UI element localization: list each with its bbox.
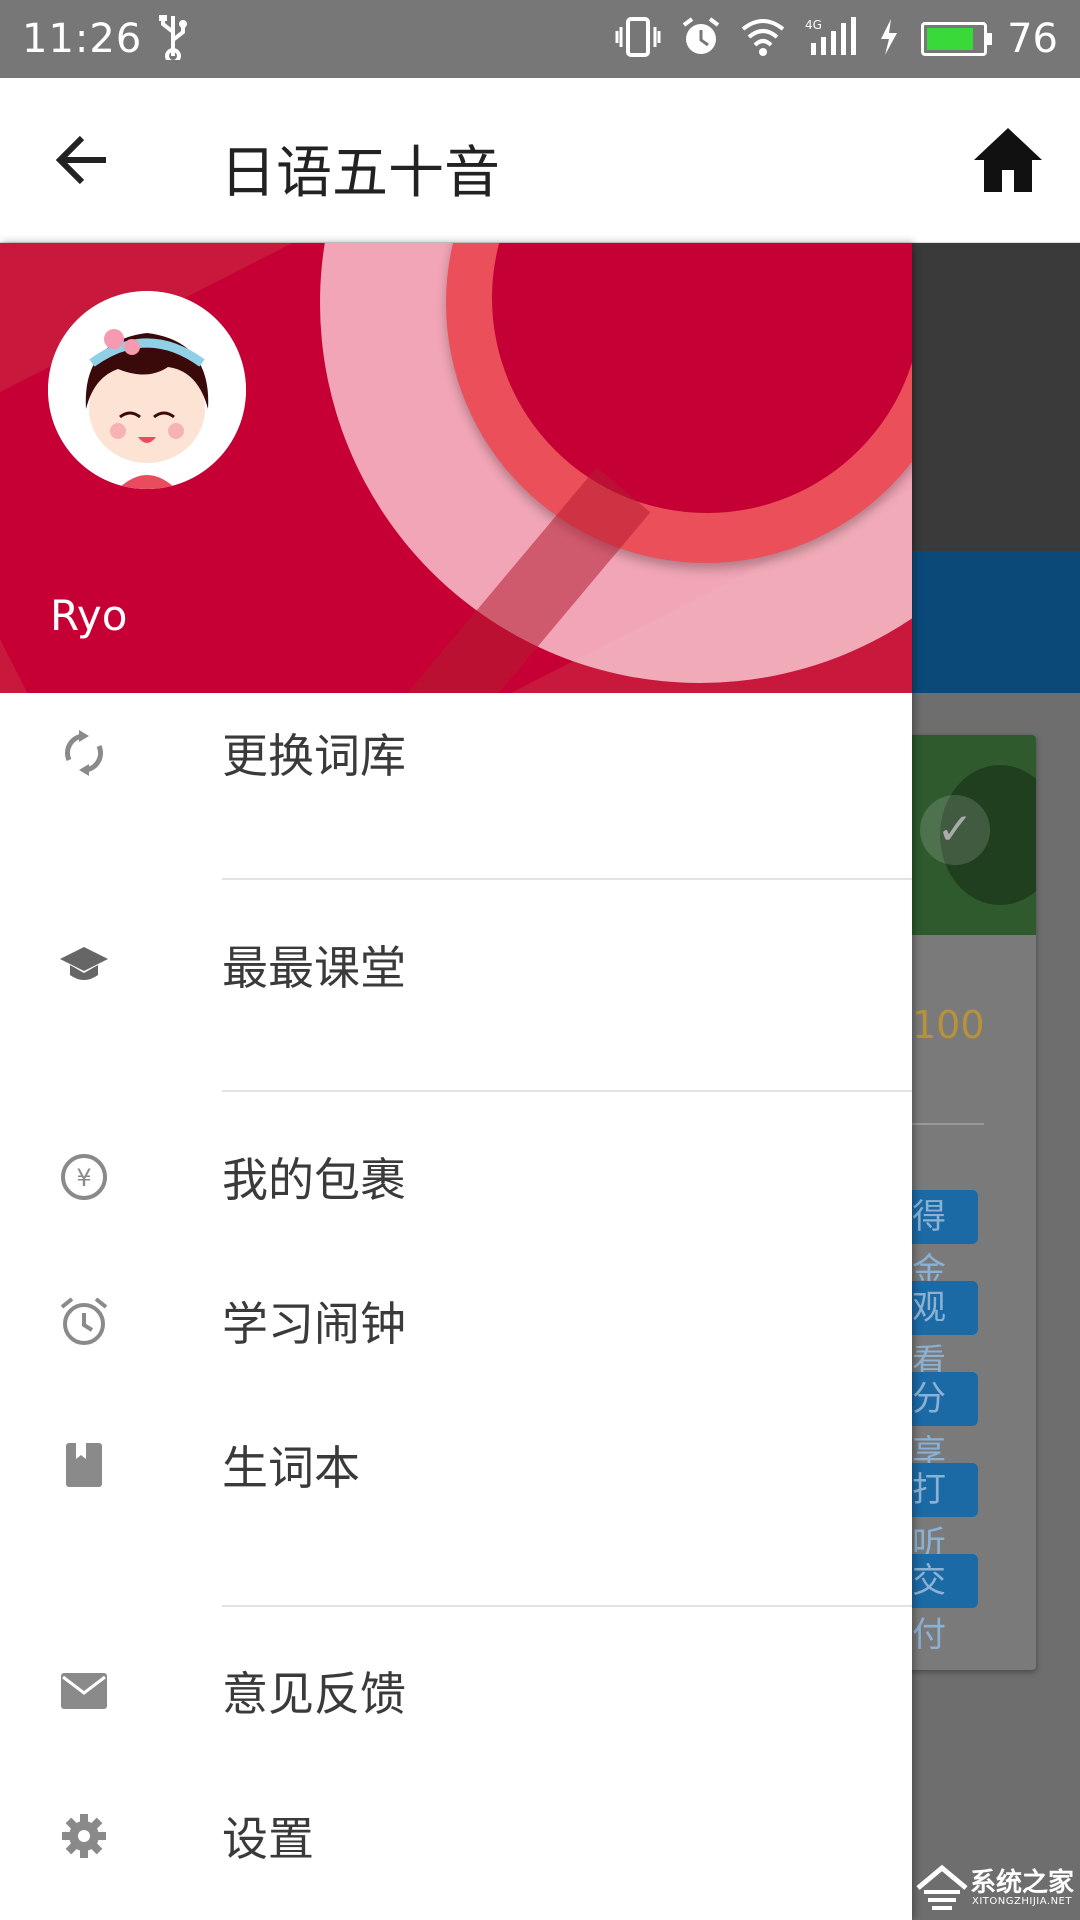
- background-tag: 打听: [912, 1463, 978, 1564]
- mail-icon: [58, 1665, 110, 1717]
- watermark-text: 系统之家: [970, 1868, 1075, 1898]
- watermark-logo-icon: [916, 1864, 968, 1910]
- battery-icon: [921, 22, 993, 56]
- background-tag: 观看: [912, 1281, 978, 1382]
- vibrate-icon: [615, 17, 661, 61]
- settings-gear-icon: [58, 1810, 110, 1862]
- background-score: 100: [912, 1003, 985, 1047]
- alarm-clock-icon: [58, 1295, 110, 1347]
- alarm-status-icon: [681, 17, 721, 61]
- menu-item-feedback[interactable]: 意见反馈: [0, 1631, 912, 1751]
- home-icon[interactable]: [972, 126, 1044, 194]
- background-tag: 分享: [912, 1372, 978, 1473]
- menu-item-label: 意见反馈: [222, 1667, 406, 1721]
- school-icon: [58, 939, 110, 991]
- wifi-icon: [741, 17, 785, 61]
- drawer-header: Ryo: [0, 243, 912, 693]
- menu-item-label: 学习闹钟: [222, 1297, 406, 1351]
- menu-item-label: 更换词库: [222, 729, 406, 783]
- svg-text:¥: ¥: [76, 1164, 91, 1192]
- charging-icon: [877, 17, 901, 61]
- status-bar: 11:26 4G 76: [0, 0, 1080, 78]
- app-bar: 日语五十音: [0, 78, 1080, 243]
- menu-item-study-alarm[interactable]: 学习闹钟: [0, 1261, 912, 1381]
- divider: [222, 1090, 912, 1092]
- page-title: 日语五十音: [220, 141, 500, 206]
- menu-item-classroom[interactable]: 最最课堂: [0, 905, 912, 1025]
- menu-item-label: 最最课堂: [222, 941, 406, 995]
- watermark: 系统之家 XITONGZHIJIA.NET: [912, 1858, 1080, 1920]
- background-tag: 交付: [912, 1554, 978, 1655]
- book-icon: [58, 1439, 110, 1491]
- network-type: 4G: [805, 18, 822, 32]
- menu-item-settings[interactable]: 设置: [0, 1776, 912, 1896]
- avatar[interactable]: [48, 291, 246, 489]
- signal-icon: 4G: [805, 17, 857, 61]
- background-tag: 得金: [912, 1190, 978, 1291]
- back-arrow-icon[interactable]: [52, 130, 112, 190]
- menu-item-vocab-book[interactable]: 生词本: [0, 1405, 912, 1525]
- sync-icon: [58, 727, 110, 779]
- navigation-drawer: Ryo 更换词库 最最课堂 ¥ 我的包裹 学习闹钟 生词本 意见反馈 设置: [0, 243, 912, 1920]
- battery-percent: 76: [1007, 16, 1058, 62]
- menu-item-change-wordbank[interactable]: 更换词库: [0, 693, 912, 813]
- menu-item-label: 设置: [222, 1812, 314, 1866]
- menu-item-my-package[interactable]: ¥ 我的包裹: [0, 1117, 912, 1237]
- status-time: 11:26: [22, 16, 143, 62]
- menu-item-label: 我的包裹: [222, 1153, 406, 1207]
- watermark-subtext: XITONGZHIJIA.NET: [972, 1896, 1072, 1907]
- menu-item-label: 生词本: [222, 1441, 360, 1495]
- usb-icon: [158, 14, 188, 64]
- divider: [222, 878, 912, 880]
- yen-coin-icon: ¥: [58, 1151, 110, 1203]
- user-name: Ryo: [50, 591, 128, 640]
- divider: [222, 1605, 912, 1607]
- check-icon: ✓: [920, 795, 990, 865]
